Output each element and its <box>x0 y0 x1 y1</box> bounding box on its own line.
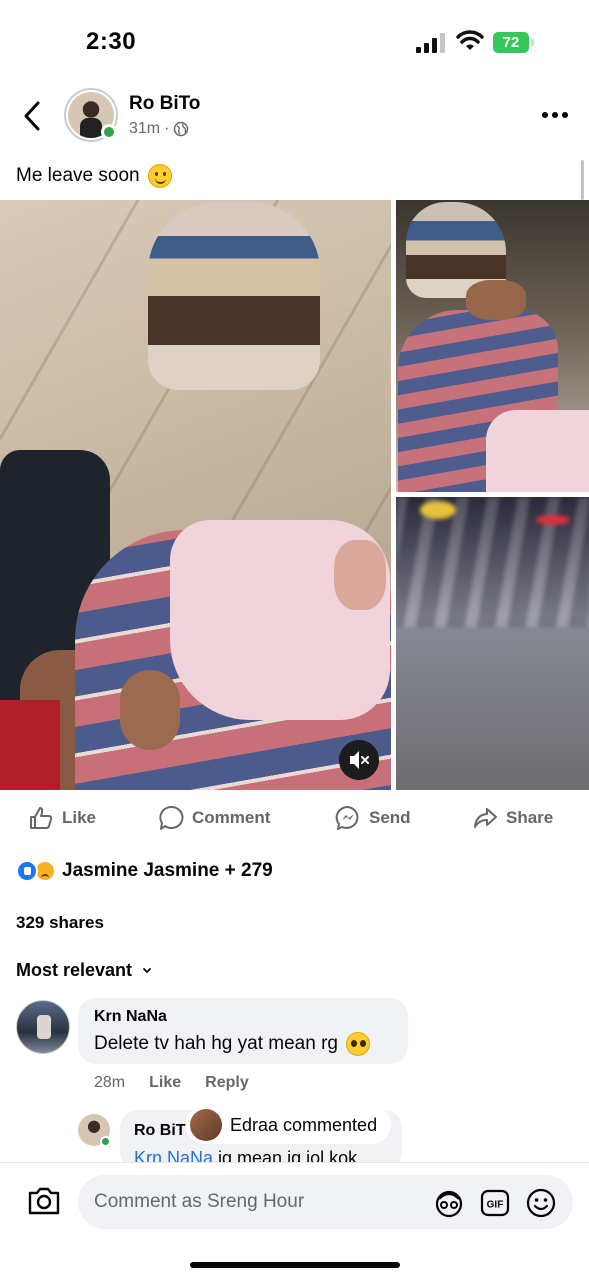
globe-icon <box>174 121 189 137</box>
commenter-avatar[interactable] <box>16 1000 70 1054</box>
post-header: Ro BiTo 31m · <box>0 80 589 150</box>
send-button[interactable]: Send <box>335 804 411 832</box>
toast-avatar <box>190 1109 222 1141</box>
like-label: Like <box>62 808 97 827</box>
comment-reply-button[interactable]: Reply <box>205 1074 249 1092</box>
reactions-text: Jasmine Jasmine + 279 <box>62 860 273 881</box>
camera-icon[interactable] <box>26 1185 62 1217</box>
battery-level: 72 <box>493 32 529 53</box>
new-comment-toast[interactable]: Edraa commented <box>186 1106 392 1144</box>
thumbs-up-icon <box>30 807 53 829</box>
battery-icon: 72 <box>493 32 535 53</box>
mute-icon[interactable] <box>339 740 379 780</box>
comment-input[interactable]: Comment as Sreng Hour GIF <box>78 1175 573 1229</box>
wifi-icon <box>456 30 484 50</box>
comment-text: Delete tv hah hg yat mean rg <box>94 1032 392 1056</box>
like-reaction-icon <box>16 860 38 882</box>
share-button[interactable]: Share <box>472 804 553 832</box>
send-label: Send <box>369 808 411 827</box>
comment-actions: 28m Like Reply <box>94 1074 249 1092</box>
svg-text:GIF: GIF <box>487 1200 504 1211</box>
author-name[interactable]: Ro BiTo <box>129 93 200 115</box>
smile-emoji-icon <box>147 164 172 188</box>
comment-time: 28m <box>94 1074 126 1091</box>
share-label: Share <box>506 808 554 827</box>
emoji-icon[interactable] <box>525 1187 557 1219</box>
caption-text: Me leave soon <box>16 165 140 186</box>
like-button[interactable]: Like <box>28 804 96 832</box>
gif-icon[interactable]: GIF <box>479 1187 511 1219</box>
online-status-dot <box>101 124 117 140</box>
comment-button[interactable]: Comment <box>158 804 270 832</box>
comment-bubble[interactable]: Krn NaNa Delete tv hah hg yat mean rg <box>78 998 408 1064</box>
chevron-down-icon <box>143 967 151 973</box>
photo-thumbnail-2[interactable] <box>396 497 589 790</box>
home-indicator[interactable] <box>190 1262 400 1268</box>
toast-text: Edraa commented <box>230 1114 378 1135</box>
share-arrow-icon <box>474 808 497 828</box>
reactions-summary[interactable]: Jasmine Jasmine + 279 <box>16 858 273 884</box>
comment-label: Comment <box>192 808 271 827</box>
post-action-bar: Like Comment Send Share <box>0 790 589 844</box>
comment-author[interactable]: Krn NaNa <box>94 1008 392 1026</box>
comment-bubble-icon <box>159 805 184 830</box>
sort-label: Most relevant <box>16 960 133 980</box>
shares-count[interactable]: 329 shares <box>16 913 104 933</box>
status-time: 2:30 <box>86 28 137 55</box>
post-time: 31m <box>129 120 161 137</box>
back-button[interactable] <box>18 99 48 133</box>
more-options-button[interactable] <box>542 110 572 120</box>
avatar-sticker-icon[interactable] <box>433 1187 465 1219</box>
reply-online-dot <box>100 1136 111 1147</box>
status-bar: 2:30 72 <box>0 0 589 80</box>
comment-composer: Comment as Sreng Hour GIF <box>0 1162 589 1242</box>
post-caption: Me leave soon <box>16 164 172 188</box>
signal-icon <box>416 33 448 53</box>
comment-sort-dropdown[interactable]: Most relevant <box>16 960 152 981</box>
main-video[interactable] <box>0 200 391 790</box>
media-grid <box>0 200 589 790</box>
scroll-indicator[interactable] <box>581 160 584 200</box>
comment-like-button[interactable]: Like <box>149 1074 181 1092</box>
comment-placeholder: Comment as Sreng Hour <box>94 1191 305 1212</box>
photo-thumbnail-1[interactable] <box>396 200 589 492</box>
pleading-emoji-icon <box>345 1032 370 1056</box>
post-meta: 31m · <box>129 120 189 138</box>
messenger-icon <box>335 805 359 830</box>
